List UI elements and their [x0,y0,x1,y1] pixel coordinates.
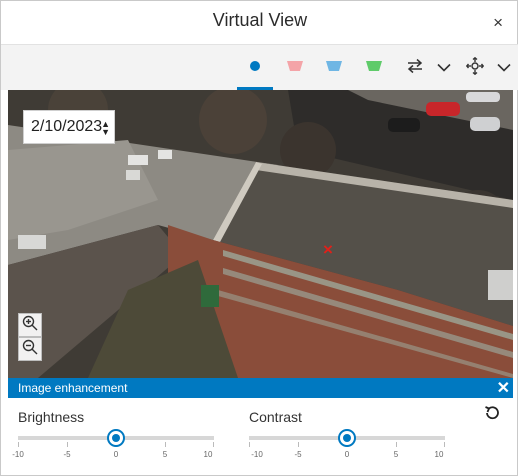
contrast-tick [444,442,445,447]
contrast-slider-thumb[interactable] [338,429,356,447]
brightness-label: Brightness [18,409,85,425]
brightness-tick [18,442,19,447]
view-cone-green-icon [365,59,383,77]
date-value: 2/10/2023 [31,118,103,135]
view-cone-red-icon [286,59,304,77]
reset-button[interactable] [484,405,500,426]
contrast-tick-label: -5 [294,450,302,459]
enhancement-header: Image enhancement ✕ [8,378,513,398]
contrast-tick-label: 5 [393,450,399,459]
chevron-down-icon [497,59,511,77]
brightness-tick-label: -10 [12,450,24,459]
zoom-out-button[interactable] [18,337,42,361]
brightness-tick-label: -5 [63,450,71,459]
toolbar [1,44,518,90]
reset-undo-icon [484,406,500,425]
tool-camera-point[interactable] [237,55,273,90]
brightness-slider-thumb[interactable] [107,429,125,447]
brightness-tick-label: 5 [162,450,168,459]
close-panel-button[interactable]: × [493,14,503,31]
camera-point-icon [249,59,261,77]
brightness-tick [165,442,166,447]
contrast-tick-label: 10 [434,450,444,459]
enhancement-panel: Brightness Contrast -10 -5 0 5 10 -10 -5… [8,398,513,472]
contrast-tick-label: 0 [344,450,350,459]
zoom-in-button[interactable] [18,313,42,337]
enhancement-title: Image enhancement [18,381,128,395]
panel-header: Virtual View × [1,1,518,43]
enhancement-close-button[interactable]: ✕ [497,378,510,398]
contrast-tick-label: -10 [251,450,263,459]
swap-views-dropdown[interactable] [435,55,453,81]
arrows-exchange-icon [406,58,424,79]
contrast-tick [249,442,250,447]
brightness-tick-label: 10 [203,450,213,459]
zoom-in-icon [22,315,38,336]
tool-view-cone-red[interactable] [283,55,307,81]
chevron-down-icon [437,59,451,77]
brightness-tick-label: 0 [113,450,119,459]
zoom-out-icon [22,339,38,360]
brightness-tick [213,442,214,447]
tool-view-cone-green[interactable] [362,55,386,81]
move-tool-dropdown[interactable] [495,55,513,81]
tool-view-cone-blue[interactable] [322,55,346,81]
move-crosshair-icon [465,56,485,80]
contrast-tick [396,442,397,447]
virtual-view-panel: Virtual View × 2/10/2023 ▲ ▼ × Image enh… [0,0,518,476]
move-tool-button[interactable] [464,55,486,81]
view-cone-blue-icon [325,59,343,77]
brightness-tick [67,442,68,447]
swap-views-button[interactable] [404,55,426,81]
panel-title: Virtual View [212,10,308,30]
contrast-label: Contrast [249,409,302,425]
date-selector[interactable]: 2/10/2023 ▲ ▼ [23,110,115,144]
contrast-tick [298,442,299,447]
date-spinner-icon[interactable]: ▲ ▼ [101,120,110,137]
target-marker: × [323,240,333,259]
